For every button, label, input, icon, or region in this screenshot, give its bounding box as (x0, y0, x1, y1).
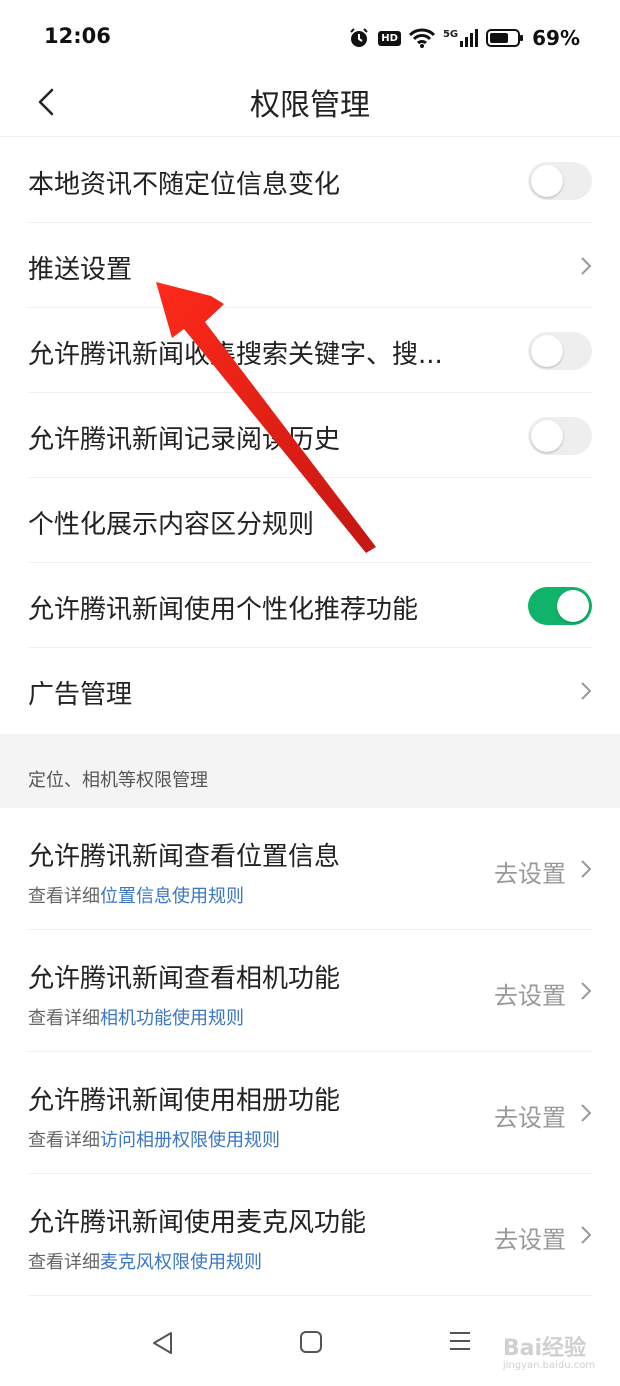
permission-row[interactable]: 允许腾讯新闻查看位置信息查看详细位置信息使用规则 去设置 (0, 808, 620, 930)
chevron-right-icon (581, 682, 592, 700)
settings-row-label: 本地资讯不随定位信息变化 (28, 170, 341, 200)
permission-subtitle: 查看详细位置信息使用规则 (28, 882, 244, 908)
permission-subtitle-prefix: 查看详细 (28, 1008, 100, 1029)
settings-row[interactable]: 允许腾讯新闻记录阅读历史 (0, 393, 620, 478)
settings-row[interactable]: 允许腾讯新闻使用个性化推荐功能 (0, 563, 620, 648)
status-bar: 12:06 HD 5G 69% (0, 0, 620, 76)
chevron-right-icon (581, 982, 592, 1000)
page-title: 权限管理 (250, 88, 370, 123)
watermark-text: Bai经验 (502, 1336, 586, 1361)
battery-icon (486, 29, 524, 47)
permission-rule-link[interactable]: 麦克风权限使用规则 (100, 1252, 262, 1273)
settings-row[interactable]: 广告管理 (0, 648, 620, 733)
permission-rule-link[interactable]: 相机功能使用规则 (100, 1008, 244, 1029)
nav-menu-icon[interactable] (448, 1330, 472, 1352)
settings-row[interactable]: 本地资讯不随定位信息变化 (0, 138, 620, 223)
watermark-logo: Bai经验 jingyan.baidu.com (502, 1330, 595, 1371)
signal-5g-icon: 5G (442, 29, 479, 47)
chevron-right-icon (581, 1104, 592, 1122)
permission-subtitle: 查看详细相机功能使用规则 (28, 1004, 244, 1030)
toggle-knob (531, 420, 563, 452)
settings-row-label: 允许腾讯新闻使用个性化推荐功能 (28, 595, 419, 625)
toggle-knob (557, 590, 589, 622)
go-settings-button[interactable]: 去设置 (494, 976, 566, 1011)
network-type: 5G (442, 29, 459, 40)
status-time: 12:06 (44, 24, 111, 48)
watermark-url: jingyan.baidu.com (502, 1360, 596, 1371)
settings-row-label: 允许腾讯新闻收集搜索关键字、搜... (28, 340, 443, 370)
permission-subtitle-prefix: 查看详细 (28, 1130, 100, 1151)
permission-title: 允许腾讯新闻使用麦克风功能 (28, 1208, 367, 1238)
permission-row[interactable]: 允许腾讯新闻查看相机功能查看详细相机功能使用规则 去设置 (0, 930, 620, 1052)
toggle-switch[interactable] (528, 162, 592, 200)
divider (28, 1295, 592, 1296)
hd-icon: HD (378, 30, 401, 46)
permission-subtitle-prefix: 查看详细 (28, 886, 100, 907)
permission-title: 允许腾讯新闻使用相册功能 (28, 1086, 341, 1116)
section-header-label: 定位、相机等权限管理 (28, 770, 208, 791)
permission-row[interactable]: 允许腾讯新闻使用相册功能查看详细访问相册权限使用规则 去设置 (0, 1052, 620, 1174)
settings-row-label: 个性化展示内容区分规则 (28, 510, 315, 540)
nav-home-square-icon[interactable] (299, 1330, 323, 1354)
nav-back-triangle-icon[interactable] (150, 1330, 176, 1356)
settings-row-label: 广告管理 (28, 680, 133, 710)
chevron-right-icon (581, 860, 592, 878)
go-settings-button[interactable]: 去设置 (494, 1220, 566, 1255)
permission-rule-link[interactable]: 位置信息使用规则 (100, 886, 244, 907)
settings-row-label: 允许腾讯新闻记录阅读历史 (28, 425, 341, 455)
permission-subtitle: 查看详细麦克风权限使用规则 (28, 1248, 262, 1274)
settings-row[interactable]: 允许腾讯新闻收集搜索关键字、搜... (0, 308, 620, 393)
toggle-knob (531, 165, 563, 197)
status-icons: HD 5G 69% (348, 24, 580, 52)
toggle-switch[interactable] (528, 332, 592, 370)
toggle-switch[interactable] (528, 417, 592, 455)
go-settings-button[interactable]: 去设置 (494, 1098, 566, 1133)
header: 权限管理 (0, 76, 620, 137)
go-settings-button[interactable]: 去设置 (494, 854, 566, 889)
settings-row[interactable]: 个性化展示内容区分规则 (0, 478, 620, 563)
battery-percent: 69% (532, 26, 580, 50)
permission-row[interactable]: 允许腾讯新闻使用麦克风功能查看详细麦克风权限使用规则 去设置 (0, 1174, 620, 1296)
permission-subtitle-prefix: 查看详细 (28, 1252, 100, 1273)
chevron-right-icon (581, 257, 592, 275)
section-header: 定位、相机等权限管理 (0, 734, 620, 808)
wifi-icon (408, 28, 435, 48)
toggle-knob (531, 335, 563, 367)
alarm-icon (350, 28, 368, 47)
toggle-switch[interactable] (528, 587, 592, 625)
permission-subtitle: 查看详细访问相册权限使用规则 (28, 1126, 280, 1152)
permission-title: 允许腾讯新闻查看位置信息 (28, 842, 341, 872)
permission-title: 允许腾讯新闻查看相机功能 (28, 964, 341, 994)
permission-rule-link[interactable]: 访问相册权限使用规则 (100, 1130, 280, 1151)
chevron-right-icon (581, 1226, 592, 1244)
settings-row-label: 推送设置 (28, 255, 133, 285)
settings-row[interactable]: 推送设置 (0, 223, 620, 308)
